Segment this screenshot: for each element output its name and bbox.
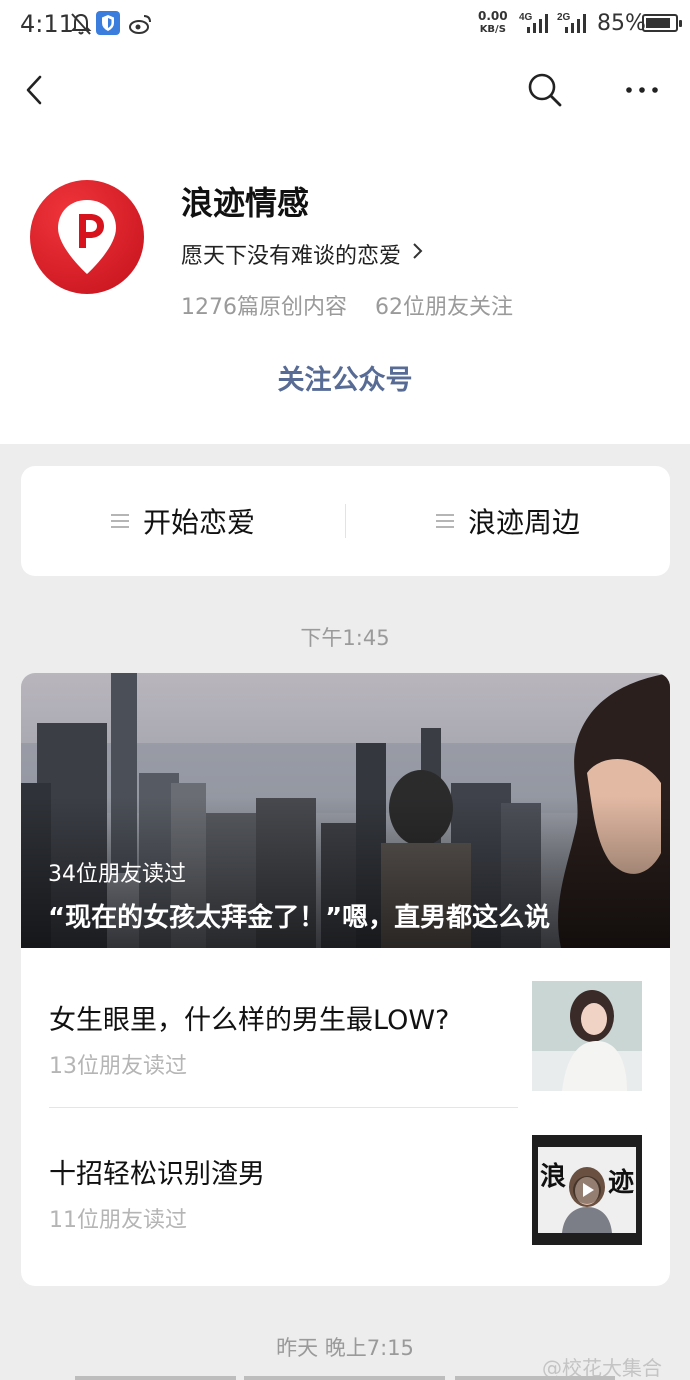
next-card-edge bbox=[75, 1376, 236, 1380]
profile-header: 浪迹情感 愿天下没有难谈的恋爱 1276篇原创内容 62位朋友关注 关注公众号 bbox=[0, 130, 690, 444]
top-nav bbox=[0, 50, 690, 130]
account-description[interactable]: 愿天下没有难谈的恋爱 bbox=[181, 238, 423, 270]
status-time: 4:11 bbox=[20, 10, 74, 38]
article-title: 女生眼里，什么样的男生最LOW? bbox=[49, 1005, 450, 1036]
net-type-a: 4G bbox=[519, 12, 533, 23]
signal-icon: 2G bbox=[557, 10, 591, 36]
thumb-text-left: 浪 bbox=[540, 1161, 566, 1192]
article-title: 十招轻松识别渣男 bbox=[49, 1159, 265, 1190]
menu-item-label: 浪迹周边 bbox=[467, 506, 580, 539]
menu-item-start-love[interactable]: 开始恋爱 bbox=[21, 466, 345, 576]
menu-item-nearby[interactable]: 浪迹周边 bbox=[346, 466, 670, 576]
battery-icon bbox=[642, 14, 682, 32]
friends-following: 62位朋友关注 bbox=[375, 295, 513, 320]
next-card-edge bbox=[244, 1376, 445, 1380]
menu-list-icon bbox=[435, 514, 454, 528]
follow-button[interactable]: 关注公众号 bbox=[0, 358, 690, 397]
article-thumbnail bbox=[532, 981, 642, 1091]
more-icon[interactable] bbox=[620, 68, 664, 112]
net-type-b: 2G bbox=[557, 12, 571, 23]
list-item[interactable]: 十招轻松识别渣男 11位朋友读过 浪 迹 bbox=[21, 1108, 670, 1263]
battery-text: 85% bbox=[597, 11, 646, 36]
article-count: 1276篇原创内容 bbox=[181, 295, 347, 320]
article-read-count: 13位朋友读过 bbox=[49, 1054, 187, 1079]
hero-article[interactable]: 34位朋友读过 “现在的女孩太拜金了！”嗯，直男都这么说 bbox=[21, 673, 670, 948]
list-item[interactable]: 女生眼里，什么样的男生最LOW? 13位朋友读过 bbox=[21, 948, 670, 1103]
next-card-edge bbox=[455, 1376, 615, 1380]
menu-list-icon bbox=[110, 514, 129, 528]
menu-card: 开始恋爱 浪迹周边 bbox=[21, 466, 670, 576]
shield-app-icon bbox=[96, 11, 120, 35]
menu-item-label: 开始恋爱 bbox=[142, 506, 255, 539]
article-read-count: 11位朋友读过 bbox=[49, 1208, 187, 1233]
hero-title: “现在的女孩太拜金了！”嗯，直男都这么说 bbox=[48, 903, 551, 933]
feed-time-label: 下午1:45 bbox=[300, 626, 390, 650]
account-stats: 1276篇原创内容 62位朋友关注 bbox=[181, 289, 513, 321]
avatar[interactable] bbox=[30, 180, 144, 294]
account-name: 浪迹情感 bbox=[181, 184, 310, 222]
location-pin-logo bbox=[58, 200, 116, 274]
thumb-text-right: 迹 bbox=[608, 1167, 634, 1198]
weibo-icon bbox=[128, 12, 152, 36]
article-card: 34位朋友读过 “现在的女孩太拜金了！”嗯，直男都这么说 女生眼里，什么样的男生… bbox=[21, 673, 670, 1286]
search-icon[interactable] bbox=[523, 68, 567, 112]
status-bar: 4:11 0.00 KB/S 4G 2G 85% bbox=[0, 0, 690, 50]
hero-read-count: 34位朋友读过 bbox=[48, 862, 186, 887]
network-speed: 0.00 KB/S bbox=[478, 9, 508, 36]
chevron-right-icon bbox=[411, 241, 423, 267]
article-thumbnail: 浪 迹 bbox=[532, 1135, 642, 1245]
signal-icon: 4G bbox=[519, 10, 553, 36]
back-icon[interactable] bbox=[12, 68, 56, 112]
description-text: 愿天下没有难谈的恋爱 bbox=[181, 244, 402, 269]
bell-off-icon bbox=[70, 12, 94, 36]
